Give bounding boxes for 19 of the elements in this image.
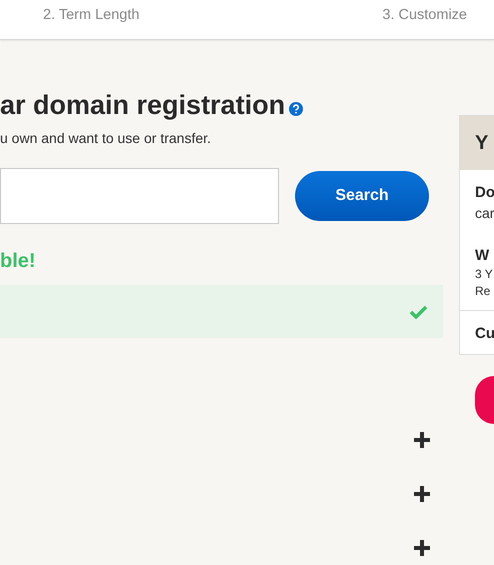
domain-input-field[interactable] [0, 168, 279, 224]
page-heading: ar domain registration [0, 90, 286, 121]
plus-icon[interactable] [414, 432, 430, 448]
step-label: 2. Term Length [43, 7, 140, 25]
section-heading: Cu [475, 325, 494, 342]
section-heading: Do [475, 184, 494, 201]
panel-title: Y [475, 132, 488, 154]
section-text: Re [475, 284, 492, 298]
availability-message: ble! [0, 250, 37, 273]
section-heading: W [475, 247, 490, 264]
section-text: 3 Y [475, 267, 494, 281]
step-label: 3. Customize [382, 7, 467, 25]
help-icon[interactable] [289, 102, 304, 116]
plus-icon[interactable] [414, 486, 430, 502]
search-button[interactable]: Search [295, 171, 429, 221]
action-button[interactable] [475, 376, 494, 424]
subtitle: u own and want to use or transfer. [0, 130, 212, 146]
plus-icon[interactable] [414, 540, 430, 556]
section-text: car [475, 205, 494, 221]
